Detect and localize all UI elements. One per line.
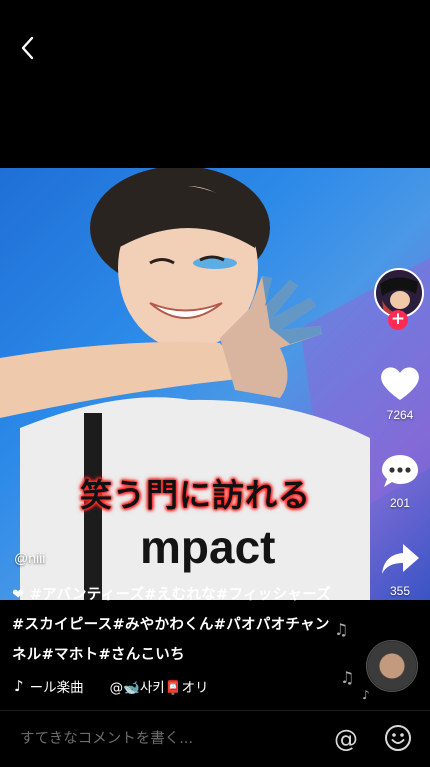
floating-note-icon: ♫ xyxy=(340,668,355,687)
share-button[interactable]: 355 xyxy=(370,540,430,598)
shirt-print-text: mpact xyxy=(140,521,275,573)
like-button[interactable]: 7264 xyxy=(370,364,430,422)
post-description[interactable]: ❤ #アバンティーズ#えむれな#フィッシャーズ#スカイピース#みやかわくん#パオ… xyxy=(12,580,332,670)
share-count: 355 xyxy=(389,584,411,598)
music-disc[interactable] xyxy=(366,640,418,692)
plus-icon: + xyxy=(390,309,406,329)
comment-button[interactable]: 201 xyxy=(370,452,430,510)
music-author: @🐋사키📮オリ xyxy=(109,680,209,696)
video-frame: mpact xyxy=(0,168,430,600)
tiktok-note-icon: ♪ xyxy=(14,677,24,695)
back-button[interactable] xyxy=(14,34,42,62)
emoji-icon[interactable] xyxy=(384,724,412,752)
comment-count: 201 xyxy=(389,496,411,510)
comment-bar: すてきなコメントを書く... @ xyxy=(0,710,430,767)
like-count: 7264 xyxy=(386,408,414,422)
mention-at-icon[interactable]: @ xyxy=(334,725,358,753)
video-player[interactable]: mpact xyxy=(0,168,430,600)
music-title: ール楽曲 xyxy=(29,680,84,696)
share-arrow-icon xyxy=(382,544,419,574)
music-info[interactable]: ♪ ール楽曲 @🐋사키📮オリ xyxy=(14,676,209,696)
comment-bubble-icon xyxy=(382,455,418,487)
heart-icon xyxy=(381,367,419,400)
comment-input[interactable]: すてきなコメントを書く... xyxy=(20,727,193,748)
video-overlay-caption: 笑う門に訪れる xyxy=(80,476,312,514)
floating-note-icon: ♫ xyxy=(334,620,349,639)
floating-note-icon: ♪ xyxy=(362,688,370,702)
chevron-left-icon xyxy=(21,36,34,60)
username[interactable]: @niii xyxy=(14,550,45,566)
follow-button[interactable]: + xyxy=(388,310,408,330)
